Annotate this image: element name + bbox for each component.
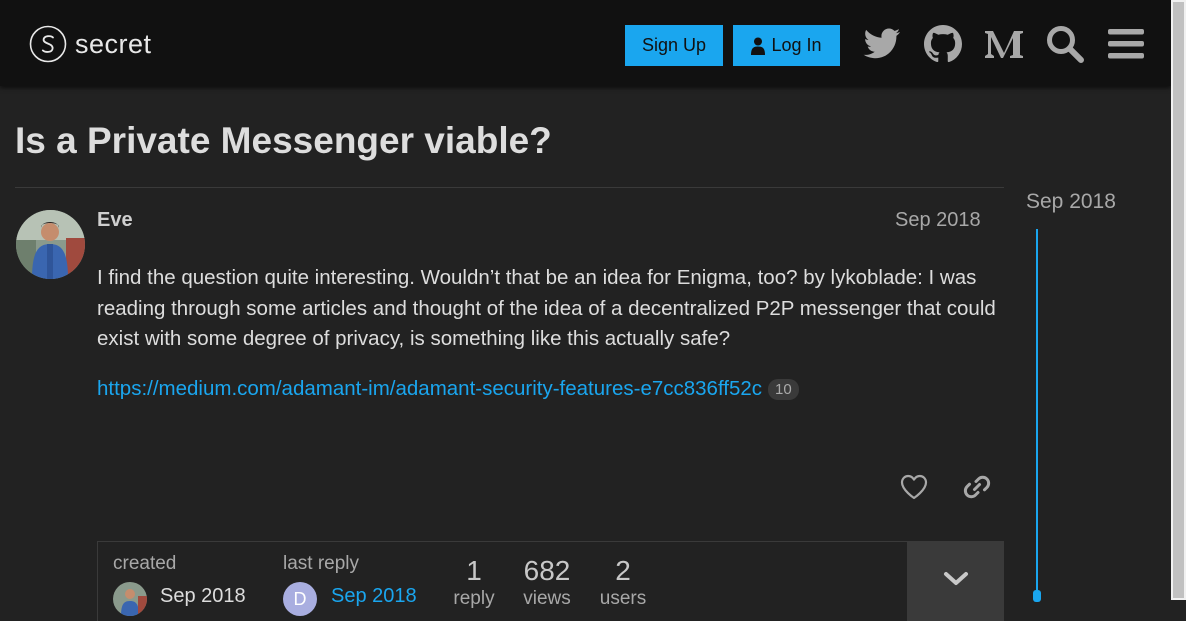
like-button[interactable] <box>896 469 932 505</box>
link-click-count: 10 <box>768 378 799 400</box>
topic-map: created Sep 2018 last reply D Sep 2018 1… <box>97 541 1004 621</box>
avatar[interactable] <box>16 210 85 279</box>
post-link[interactable]: https://medium.com/adamant-im/adamant-se… <box>97 377 762 401</box>
title-divider <box>15 187 1004 188</box>
created-avatar[interactable] <box>113 582 147 616</box>
users-label: users <box>599 588 647 609</box>
post-date[interactable]: Sep 2018 <box>895 209 981 232</box>
timeline-track <box>1036 229 1038 600</box>
timeline-date[interactable]: Sep 2018 <box>1026 190 1116 214</box>
post-username[interactable]: Eve <box>97 209 133 232</box>
logo-text: secret <box>75 28 152 59</box>
search-icon[interactable] <box>1043 22 1087 66</box>
log-in-button[interactable]: Log In <box>733 25 840 66</box>
site-logo[interactable]: secret <box>29 24 152 64</box>
log-in-label: Log In <box>771 35 822 55</box>
last-reply-date[interactable]: Sep 2018 <box>331 585 417 608</box>
created-label: created <box>113 553 177 574</box>
heart-icon <box>900 474 928 500</box>
last-reply-label: last reply <box>283 553 360 574</box>
topic-title[interactable]: Is a Private Messenger viable? <box>15 120 552 162</box>
sign-up-button[interactable]: Sign Up <box>625 25 723 66</box>
link-icon <box>963 475 991 499</box>
github-icon[interactable] <box>921 22 965 66</box>
scrollbar-thumb[interactable] <box>1173 2 1184 598</box>
twitter-icon[interactable] <box>860 22 904 66</box>
expand-topic-map-button[interactable] <box>907 541 1004 621</box>
secret-logo-icon <box>29 25 67 63</box>
medium-icon[interactable] <box>982 22 1026 66</box>
users-count: 2 <box>615 555 631 586</box>
post-link-line: https://medium.com/adamant-im/adamant-se… <box>97 377 799 401</box>
last-reply-avatar[interactable]: D <box>283 582 317 616</box>
hamburger-menu-icon[interactable] <box>1104 22 1148 66</box>
timeline-handle[interactable] <box>1033 590 1041 602</box>
created-date: Sep 2018 <box>160 585 246 607</box>
share-link-button[interactable] <box>959 469 995 505</box>
site-header: secret Sign Up Log In <box>0 0 1171 86</box>
chevron-down-icon <box>943 572 968 585</box>
post-body: I find the question quite interesting. W… <box>97 266 996 350</box>
user-icon <box>751 37 766 55</box>
